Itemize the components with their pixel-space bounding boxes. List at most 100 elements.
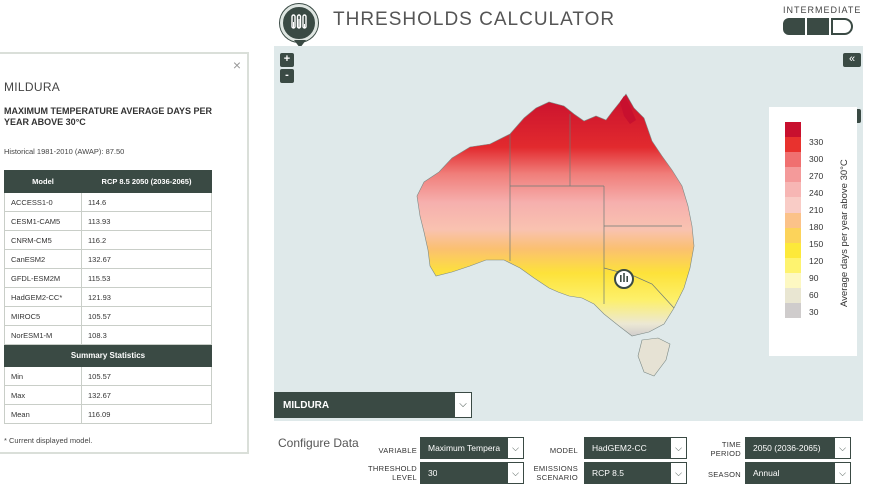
legend-tick: 300 (809, 154, 824, 164)
legend-tick: 270 (809, 171, 824, 181)
time-period-select[interactable]: 2050 (2036-2065) ⌵ (745, 437, 851, 459)
time-period-label-line: TIME (721, 440, 741, 449)
chevron-down-icon[interactable]: ⌵ (507, 462, 524, 484)
table-row: CNRM-CM5 116.2 (4, 230, 212, 250)
season-value: Annual (753, 468, 780, 478)
threshold-label-line: LEVEL (392, 473, 417, 482)
zoom-in-button[interactable]: + (280, 53, 294, 67)
model-name: CESM1-CAM5 (4, 211, 82, 231)
table-row: NorESM1-M 108.3 (4, 325, 212, 345)
legend-tick: 150 (809, 239, 824, 249)
model-value: 121.93 (81, 287, 212, 307)
summary-label: Max (4, 385, 82, 405)
legend-color-swatch (785, 303, 801, 319)
legend-color-swatch (785, 137, 801, 153)
configure-title: Configure Data (278, 436, 359, 450)
threshold-select[interactable]: 30 ⌵ (420, 462, 524, 484)
model-name: MIROC5 (4, 306, 82, 326)
summary-value: 132.67 (81, 385, 212, 405)
scenario-value: RCP 8.5 (592, 468, 624, 478)
threshold-value: 30 (428, 468, 438, 478)
table-row: Mean 116.09 (4, 404, 212, 424)
model-name: CanESM2 (4, 249, 82, 269)
model-value: 108.3 (81, 325, 212, 345)
model-name: GFDL-ESM2M (4, 268, 82, 288)
panel-location: MILDURA (4, 80, 61, 94)
table-row: HadGEM2-CC* 121.93 (4, 287, 212, 307)
legend-color-swatch (785, 152, 801, 168)
legend-tick: 330 (809, 137, 824, 147)
table-row: Min 105.57 (4, 366, 212, 386)
threshold-label: THRESHOLD LEVEL (360, 464, 417, 482)
legend-color-swatch (785, 257, 801, 273)
legend-color-swatch (785, 272, 801, 289)
chevron-down-icon[interactable]: ⌵ (670, 437, 687, 459)
summary-value: 116.09 (81, 404, 212, 424)
time-period-value: 2050 (2036-2065) (753, 443, 821, 453)
legend-color-swatch (785, 242, 801, 258)
level-advanced-button[interactable] (831, 18, 853, 35)
location-select[interactable]: MILDURA ⌵ (274, 392, 472, 418)
legend-tick: 120 (809, 256, 824, 266)
legend-tick: 210 (809, 205, 824, 215)
scenario-label-line: EMISSIONS (533, 464, 578, 473)
legend-color-swatch (785, 212, 801, 228)
location-info-panel: × MILDURA MAXIMUM TEMPERATURE AVERAGE DA… (0, 52, 249, 454)
model-name: NorESM1-M (4, 325, 82, 345)
chevron-down-icon[interactable]: ⌵ (507, 437, 524, 459)
mainland-australia (416, 93, 695, 337)
season-select[interactable]: Annual ⌵ (745, 462, 851, 484)
season-label: SEASON (707, 470, 741, 479)
legend-color-swatch (785, 122, 801, 138)
legend-title: Average days per year above 30°C (839, 159, 850, 307)
model-value: 105.57 (81, 306, 212, 326)
variable-select[interactable]: Maximum Tempera ⌵ (420, 437, 524, 459)
collapse-panel-button[interactable]: « (843, 53, 861, 67)
table-row: CESM1-CAM5 113.93 (4, 211, 212, 231)
model-value: 113.93 (81, 211, 212, 231)
column-header-model: Model (4, 170, 82, 193)
page-title: THRESHOLDS CALCULATOR (333, 9, 616, 30)
map-legend: 330 300 270 240 210 180 150 120 90 60 30… (769, 107, 857, 356)
close-icon[interactable]: × (233, 57, 241, 73)
model-name: ACCESS1-0 (4, 192, 82, 212)
chevron-down-icon[interactable]: ⌵ (670, 462, 687, 484)
summary-header: Summary Statistics (4, 344, 212, 367)
model-value: HadGEM2-CC (592, 443, 647, 453)
legend-color-swatch (785, 227, 801, 243)
location-marker[interactable] (614, 269, 634, 289)
legend-tick: 240 (809, 188, 824, 198)
table-row: Max 132.67 (4, 385, 212, 405)
table-row: MIROC5 105.57 (4, 306, 212, 326)
model-name: CNRM-CM5 (4, 230, 82, 250)
level-toggle[interactable] (783, 18, 853, 35)
thermometer-icon (291, 14, 307, 29)
chevron-down-icon[interactable]: ⌵ (834, 462, 851, 484)
time-period-label: TIME PERIOD (700, 440, 741, 458)
model-name: HadGEM2-CC* (4, 287, 82, 307)
table-row: GFDL-ESM2M 115.53 (4, 268, 212, 288)
location-select-value: MILDURA (283, 400, 330, 411)
level-label: INTERMEDIATE (783, 5, 862, 15)
model-label: MODEL (549, 446, 578, 455)
table-row: ACCESS1-0 114.6 (4, 192, 212, 212)
legend-tick: 60 (809, 290, 819, 300)
variable-label: VARIABLE (378, 446, 417, 455)
model-value: 132.67 (81, 249, 212, 269)
model-value: 116.2 (81, 230, 212, 250)
legend-tick: 90 (809, 273, 819, 283)
app-logo (280, 4, 318, 42)
summary-label: Mean (4, 404, 82, 424)
scenario-select[interactable]: RCP 8.5 ⌵ (584, 462, 687, 484)
legend-tick: 30 (809, 307, 819, 317)
chevron-down-icon[interactable]: ⌵ (834, 437, 851, 459)
level-intermediate-button[interactable] (807, 18, 829, 35)
level-beginner-button[interactable] (783, 18, 805, 35)
legend-color-swatch (785, 197, 801, 213)
chevron-down-icon[interactable]: ⌵ (454, 392, 472, 418)
time-period-label-line: PERIOD (710, 449, 741, 458)
model-value: 114.6 (81, 192, 212, 212)
zoom-out-button[interactable]: - (280, 69, 294, 83)
model-select[interactable]: HadGEM2-CC ⌵ (584, 437, 687, 459)
legend-color-swatch (785, 167, 801, 183)
